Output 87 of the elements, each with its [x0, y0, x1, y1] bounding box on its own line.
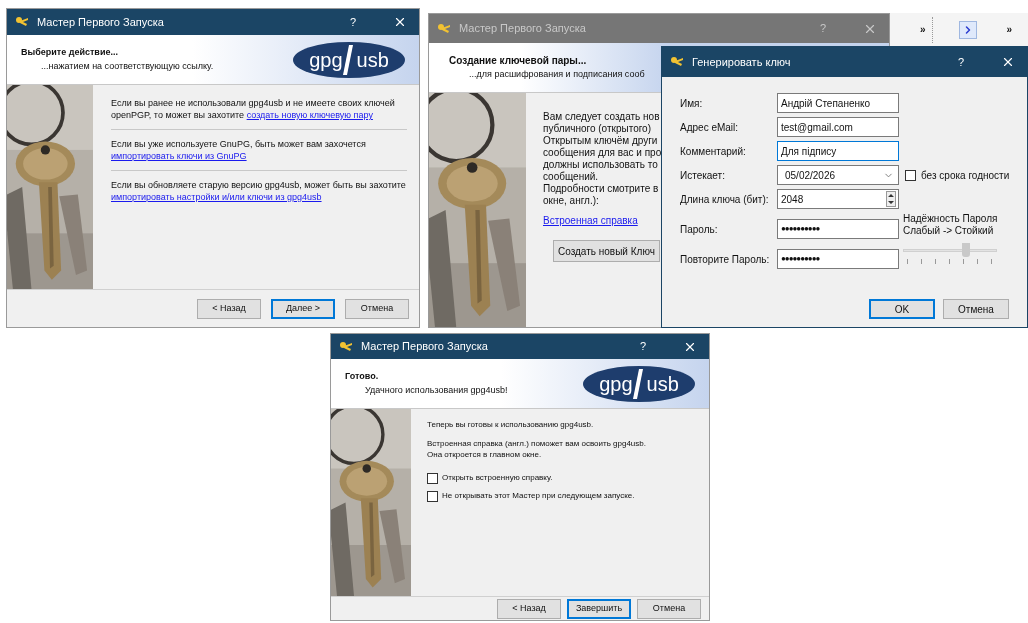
field-label: Имя:: [680, 96, 704, 111]
window-title: Мастер Первого Запуска: [37, 14, 164, 30]
dialog-button[interactable]: Далее >: [271, 298, 335, 319]
header-title: Выберите действие...: [21, 46, 119, 59]
logo-text: usb: [356, 49, 389, 70]
dialog-button[interactable]: Отмена: [345, 298, 409, 319]
logo-text: gpg: [599, 373, 633, 394]
dialog-button[interactable]: Отмена: [637, 598, 701, 619]
field-value: ●●●●●●●●●●: [781, 253, 821, 265]
field-label: Пароль:: [680, 222, 719, 237]
logo-text: gpg: [309, 49, 343, 70]
text-line: Встроенная справка (англ.) поможет вам освоить gpg4usb.: [427, 438, 646, 449]
text-line: должны использовать то: [543, 159, 658, 171]
field-value: Для підпису: [781, 144, 838, 159]
text-line: сообщения для вас и про: [543, 147, 662, 159]
checkbox-label: без срока годности: [921, 168, 1010, 183]
create-key-button[interactable]: Создать новый Ключ: [553, 240, 660, 262]
input-field[interactable]: Для підпису: [777, 141, 899, 161]
help-button[interactable]: ?: [949, 53, 973, 71]
header-title: Создание ключевой пары...: [449, 54, 587, 69]
checkbox-label: Не открывать этот Мастер при следующем запуске.: [442, 490, 635, 502]
dialog-button[interactable]: < Назад: [497, 598, 561, 619]
field-value: test@gmail.com: [781, 120, 854, 135]
input-field[interactable]: test@gmail.com: [777, 117, 899, 137]
spin-arrows-icon[interactable]: [886, 191, 896, 207]
header-subtitle: Удачного использования gpg4usb!: [364, 383, 508, 397]
input-field[interactable]: ●●●●●●●●●●: [777, 219, 899, 239]
window-title: Генерировать ключ: [692, 54, 791, 70]
strength-title: Надёжность Пароля: [903, 213, 999, 225]
logo-text: usb: [646, 373, 679, 394]
text-line: публичного (открытого): [543, 123, 651, 135]
date-picker[interactable]: 05/02/2026: [777, 165, 899, 185]
text-line: Теперь вы готовы к использованию gpg4usb.: [427, 419, 594, 430]
header-title: Готово.: [345, 370, 380, 383]
text-line: сообщений.: [543, 171, 599, 183]
header-subtitle: ...нажатием на соответствующую ссылку.: [40, 59, 214, 73]
field-value: Андрій Степаненко: [781, 96, 872, 111]
slider-thumb[interactable]: [961, 243, 970, 257]
dialog-button[interactable]: Отмена: [943, 299, 1009, 319]
logo-mark: [633, 368, 643, 399]
help-button[interactable]: ?: [631, 338, 655, 355]
paragraph: Если вы ранее не использовали gpg4usb и не имеете своих ключей openPGP, то может вы захотите создать новую ключевую пару: [111, 97, 396, 121]
text-line: Она откроется в главном окне.: [427, 449, 543, 460]
input-field[interactable]: Андрій Степаненко: [777, 93, 899, 113]
paragraph: Если вы уже используете GnuPG, быть может вам захочется импортировать ключи из GnuPG: [111, 138, 367, 162]
field-label: Повторите Пароль:: [680, 252, 771, 267]
text-line: Открытым ключём други: [543, 135, 658, 147]
link[interactable]: импортировать ключи из GnuPG: [111, 151, 247, 161]
text-line: Вам следует создать нов: [543, 111, 660, 123]
dialog-button[interactable]: OK: [869, 299, 935, 319]
close-button[interactable]: [1001, 55, 1015, 69]
logo-mark: [343, 44, 353, 75]
window-title: Мастер Первого Запуска: [361, 339, 488, 355]
header-subtitle: ...для расшифрования и подписания сооб: [468, 68, 645, 82]
spin-box[interactable]: 2048: [777, 189, 899, 209]
overflow-mark[interactable]: »: [920, 22, 926, 37]
paragraph: Если вы обновляете старую версию gpg4usb, может быть вы захотите импортировать настройки и/или ключи из gpg4usb: [111, 179, 407, 203]
link[interactable]: создать новую ключевую пару: [246, 110, 373, 120]
app-icon: [670, 55, 684, 69]
field-label: Истекает:: [680, 168, 726, 183]
forward-button[interactable]: [958, 20, 977, 39]
field-label: Адрес eMail:: [680, 120, 740, 135]
checkbox[interactable]: [905, 169, 916, 181]
app-icon: [437, 21, 451, 36]
checkbox-label: Открыть встроенную справку.: [442, 472, 553, 484]
app-icon: [15, 15, 29, 29]
help-button[interactable]: ?: [341, 13, 365, 31]
checkbox[interactable]: [427, 490, 438, 502]
dialog-button[interactable]: < Назад: [197, 298, 261, 319]
field-value: 05/02/2026: [784, 168, 837, 183]
overflow-mark[interactable]: »: [1006, 22, 1013, 37]
strength-slider[interactable]: [903, 243, 997, 257]
field-label: Комментарий:: [680, 144, 747, 159]
field-label: Длина ключа (бит):: [680, 192, 770, 207]
link[interactable]: импортировать настройки и/или ключи из gpg4usb: [111, 192, 322, 202]
dialog-button[interactable]: Завершить: [567, 598, 631, 619]
text-line: Подробности смотрите в: [543, 183, 659, 195]
window-title: Мастер Первого Запуска: [459, 21, 586, 37]
checkbox[interactable]: [427, 472, 438, 484]
close-button[interactable]: [393, 15, 407, 29]
strength-range: Слабый -> Стойкий: [903, 225, 995, 237]
field-value: 2048: [781, 192, 805, 207]
text-line: окне, англ.):: [543, 195, 599, 207]
field-value: ●●●●●●●●●●: [781, 223, 821, 235]
app-icon: [339, 339, 353, 354]
input-field[interactable]: ●●●●●●●●●●: [777, 249, 899, 269]
link[interactable]: Встроенная справка: [543, 213, 638, 228]
